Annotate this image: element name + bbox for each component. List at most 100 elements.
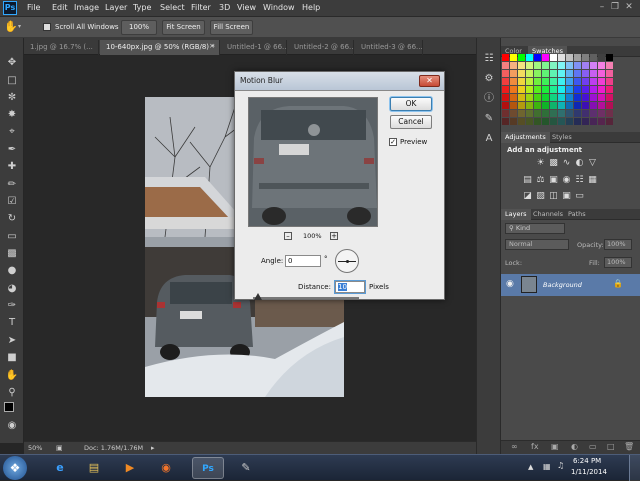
swatch[interactable] — [590, 94, 597, 101]
firefox-icon[interactable]: ◉ — [150, 457, 182, 479]
menu-help[interactable]: Help — [302, 3, 320, 12]
swatch[interactable] — [606, 110, 613, 117]
swatch[interactable] — [566, 86, 573, 93]
minimize-icon[interactable]: – — [596, 2, 608, 13]
swatch[interactable] — [590, 54, 597, 61]
posterize-icon[interactable]: ▨ — [536, 192, 545, 201]
swatches-grid[interactable] — [502, 54, 614, 126]
swatch[interactable] — [566, 94, 573, 101]
swatch[interactable] — [566, 54, 573, 61]
swatch[interactable] — [518, 62, 525, 69]
zoom-100-button[interactable]: 100% — [121, 20, 157, 35]
exposure-icon[interactable]: ◐ — [575, 159, 584, 168]
brightness-icon[interactable]: ☀ — [536, 159, 545, 168]
layer-row-background[interactable]: ◉ Background 🔒 — [501, 274, 640, 296]
paint-bucket-tool-icon[interactable]: ▩ — [4, 247, 20, 261]
swatch[interactable] — [526, 86, 533, 93]
swatch[interactable] — [542, 78, 549, 85]
rectangle-tool-icon[interactable]: ■ — [4, 351, 20, 365]
swatch[interactable] — [510, 102, 517, 109]
status-arrow-icon[interactable]: ▸ — [151, 442, 155, 454]
swatch[interactable] — [550, 102, 557, 109]
swatch[interactable] — [590, 70, 597, 77]
tab-1-jpg[interactable]: 1.jpg @ 16.7% (... — [24, 40, 99, 55]
media-player-icon[interactable]: ▶ — [114, 457, 146, 479]
menu-select[interactable]: Select — [160, 3, 185, 12]
swatch[interactable] — [542, 70, 549, 77]
swatch[interactable] — [590, 62, 597, 69]
swatch[interactable] — [534, 54, 541, 61]
status-menu-icon[interactable]: ▣ — [56, 442, 63, 454]
menu-image[interactable]: Image — [74, 3, 99, 12]
swatch[interactable] — [510, 54, 517, 61]
blend-mode-select[interactable]: Normal — [505, 239, 569, 250]
new-layer-icon[interactable]: □ — [607, 442, 615, 451]
tab-styles[interactable]: Styles — [548, 132, 576, 143]
hand-tool-icon-toolbar[interactable]: ✋ — [4, 369, 20, 383]
color-balance-icon[interactable]: ⚖ — [536, 176, 545, 185]
swatch[interactable] — [598, 54, 605, 61]
swatch[interactable] — [510, 118, 517, 125]
swatch[interactable] — [590, 110, 597, 117]
invert-icon[interactable]: ◪ — [523, 192, 532, 201]
status-zoom[interactable]: 50% — [28, 442, 42, 454]
swatch[interactable] — [574, 118, 581, 125]
tool-preset-chevron-icon[interactable]: ▾ — [18, 23, 21, 30]
cancel-button[interactable]: Cancel — [390, 115, 432, 129]
link-layers-icon[interactable]: ∞ — [511, 442, 518, 451]
layer-filter-kind[interactable]: ⚲ Kind — [505, 223, 565, 234]
layer-style-icon[interactable]: fx — [531, 442, 539, 451]
swatch[interactable] — [502, 54, 509, 61]
swatch[interactable] — [598, 78, 605, 85]
tab-untitled-3[interactable]: Untitled-3 @ 66... — [355, 40, 423, 55]
swatch[interactable] — [518, 70, 525, 77]
swatch[interactable] — [606, 94, 613, 101]
swatch[interactable] — [574, 54, 581, 61]
hand-tool-icon[interactable]: ✋ — [4, 20, 18, 33]
swatch[interactable] — [542, 54, 549, 61]
swatch[interactable] — [510, 110, 517, 117]
swatch[interactable] — [502, 70, 509, 77]
swatch[interactable] — [518, 110, 525, 117]
swatch[interactable] — [550, 54, 557, 61]
menu-filter[interactable]: Filter — [191, 3, 211, 12]
eraser-tool-icon[interactable]: ▭ — [4, 230, 20, 244]
swatch[interactable] — [510, 78, 517, 85]
brush-tool-icon[interactable]: ✏ — [4, 178, 20, 192]
swatch[interactable] — [566, 62, 573, 69]
swatch[interactable] — [582, 110, 589, 117]
swatch[interactable] — [502, 102, 509, 109]
zoom-tool-icon[interactable]: ⚲ — [4, 386, 20, 400]
pen-tool-icon[interactable]: ✑ — [4, 299, 20, 313]
swatch[interactable] — [582, 102, 589, 109]
swatch[interactable] — [566, 102, 573, 109]
tab-10-640px-jpg[interactable]: 10-640px.jpg @ 50% (RGB/8) * — [100, 40, 220, 55]
tab-untitled-1[interactable]: Untitled-1 @ 66... — [221, 40, 287, 55]
quick-select-tool-icon[interactable]: ✸ — [4, 108, 20, 122]
swatch[interactable] — [574, 94, 581, 101]
swatch[interactable] — [606, 102, 613, 109]
swatch[interactable] — [550, 70, 557, 77]
swatch[interactable] — [534, 62, 541, 69]
channel-mixer-icon[interactable]: ☷ — [575, 176, 584, 185]
swatch[interactable] — [566, 110, 573, 117]
swatch[interactable] — [502, 86, 509, 93]
threshold-icon[interactable]: ◫ — [549, 192, 558, 201]
show-desktop-button[interactable] — [629, 455, 640, 481]
tab-close-icon[interactable]: × — [209, 42, 215, 50]
swatch[interactable] — [606, 70, 613, 77]
swatch[interactable] — [550, 62, 557, 69]
swatch[interactable] — [502, 94, 509, 101]
swatch[interactable] — [534, 94, 541, 101]
swatch[interactable] — [606, 118, 613, 125]
swatch[interactable] — [502, 110, 509, 117]
blur-tool-icon[interactable]: ● — [4, 264, 20, 278]
gradient-map-icon[interactable]: ▭ — [575, 192, 584, 201]
swatch[interactable] — [606, 86, 613, 93]
swatch[interactable] — [582, 94, 589, 101]
foreground-color-swatch[interactable] — [4, 402, 14, 412]
swatch[interactable] — [534, 102, 541, 109]
swatch[interactable] — [542, 110, 549, 117]
marquee-tool-icon[interactable]: □ — [4, 74, 20, 88]
dodge-tool-icon[interactable]: ◕ — [4, 282, 20, 296]
